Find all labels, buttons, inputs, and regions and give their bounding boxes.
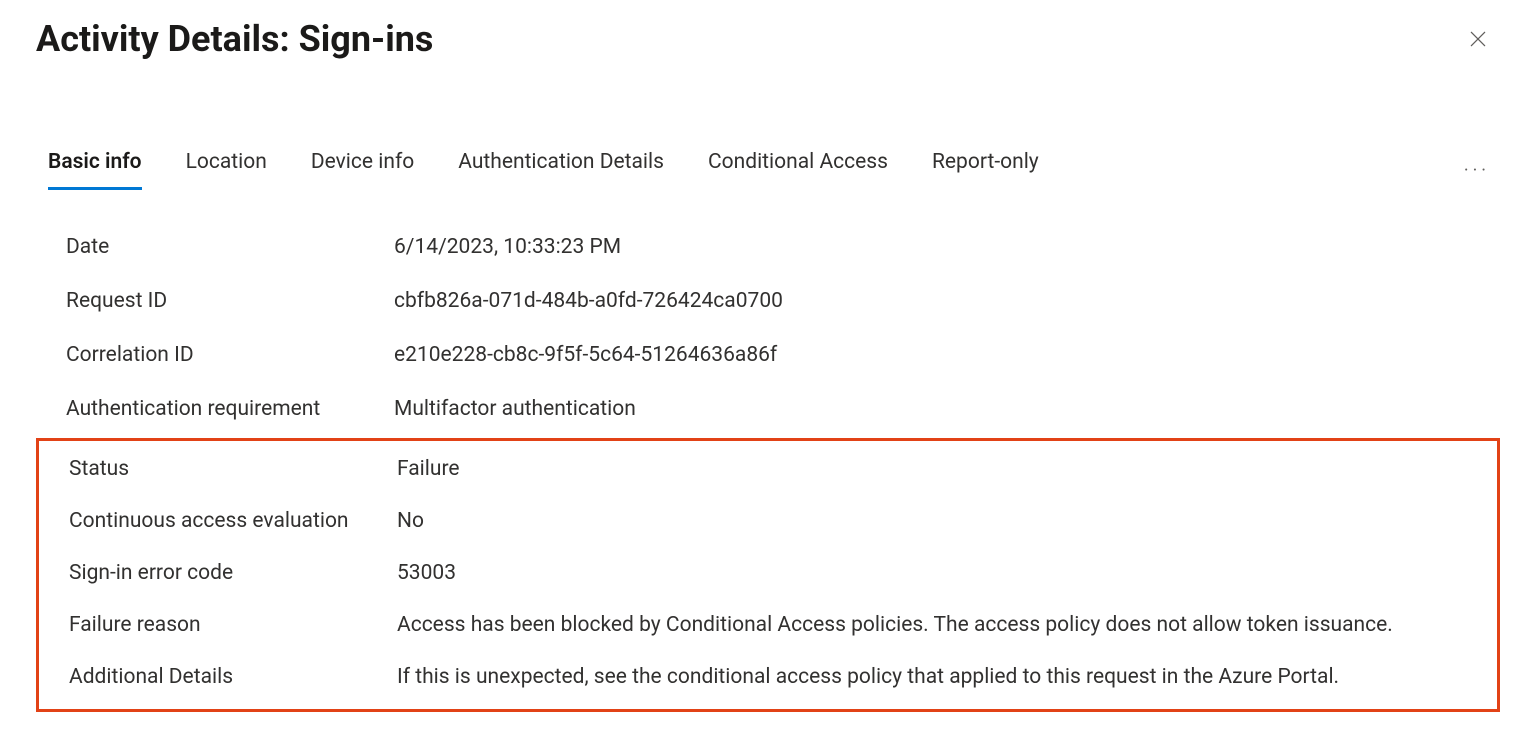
value-additional-details: If this is unexpected, see the condition… bbox=[397, 665, 1487, 689]
tab-location[interactable]: Location bbox=[186, 150, 267, 190]
tab-conditional-access[interactable]: Conditional Access bbox=[708, 150, 888, 190]
value-continuous-access-evaluation: No bbox=[397, 509, 1487, 533]
ellipsis-icon: ··· bbox=[1464, 160, 1490, 181]
row-failure-reason: Failure reason Access has been blocked b… bbox=[39, 599, 1497, 651]
label-status: Status bbox=[69, 457, 397, 481]
value-status: Failure bbox=[397, 457, 1487, 481]
row-sign-in-error-code: Sign-in error code 53003 bbox=[39, 547, 1497, 599]
tab-device-info[interactable]: Device info bbox=[311, 150, 414, 190]
close-button[interactable] bbox=[1460, 21, 1496, 57]
tab-basic-info[interactable]: Basic info bbox=[48, 150, 142, 190]
label-additional-details: Additional Details bbox=[69, 665, 397, 689]
value-correlation-id: e210e228-cb8c-9f5f-5c64-51264636a86f bbox=[394, 343, 1500, 367]
row-additional-details: Additional Details If this is unexpected… bbox=[39, 651, 1497, 703]
row-authentication-requirement: Authentication requirement Multifactor a… bbox=[36, 382, 1500, 436]
label-sign-in-error-code: Sign-in error code bbox=[69, 561, 397, 585]
tab-authentication-details[interactable]: Authentication Details bbox=[458, 150, 664, 190]
more-tabs-button[interactable]: ··· bbox=[1458, 154, 1496, 187]
close-icon bbox=[1468, 29, 1488, 49]
row-correlation-id: Correlation ID e210e228-cb8c-9f5f-5c64-5… bbox=[36, 328, 1500, 382]
value-request-id: cbfb826a-071d-484b-a0fd-726424ca0700 bbox=[394, 289, 1500, 313]
label-continuous-access-evaluation: Continuous access evaluation bbox=[69, 509, 397, 533]
panel-header: Activity Details: Sign-ins bbox=[0, 0, 1536, 60]
highlighted-failure-section: Status Failure Continuous access evaluat… bbox=[36, 438, 1500, 712]
value-sign-in-error-code: 53003 bbox=[397, 561, 1487, 585]
value-date: 6/14/2023, 10:33:23 PM bbox=[394, 235, 1500, 259]
row-request-id: Request ID cbfb826a-071d-484b-a0fd-72642… bbox=[36, 274, 1500, 328]
row-continuous-access-evaluation: Continuous access evaluation No bbox=[39, 495, 1497, 547]
value-failure-reason: Access has been blocked by Conditional A… bbox=[397, 613, 1487, 637]
tab-report-only[interactable]: Report-only bbox=[932, 150, 1039, 190]
label-authentication-requirement: Authentication requirement bbox=[66, 397, 394, 421]
row-date: Date 6/14/2023, 10:33:23 PM bbox=[36, 220, 1500, 274]
label-request-id: Request ID bbox=[66, 289, 394, 313]
label-failure-reason: Failure reason bbox=[69, 613, 397, 637]
value-authentication-requirement: Multifactor authentication bbox=[394, 397, 1500, 421]
basic-info-panel: Date 6/14/2023, 10:33:23 PM Request ID c… bbox=[0, 190, 1536, 712]
label-date: Date bbox=[66, 235, 394, 259]
row-status: Status Failure bbox=[39, 443, 1497, 495]
tabs: Basic info Location Device info Authenti… bbox=[48, 150, 1039, 190]
page-title: Activity Details: Sign-ins bbox=[36, 18, 433, 60]
label-correlation-id: Correlation ID bbox=[66, 343, 394, 367]
tabs-row: Basic info Location Device info Authenti… bbox=[0, 150, 1536, 190]
